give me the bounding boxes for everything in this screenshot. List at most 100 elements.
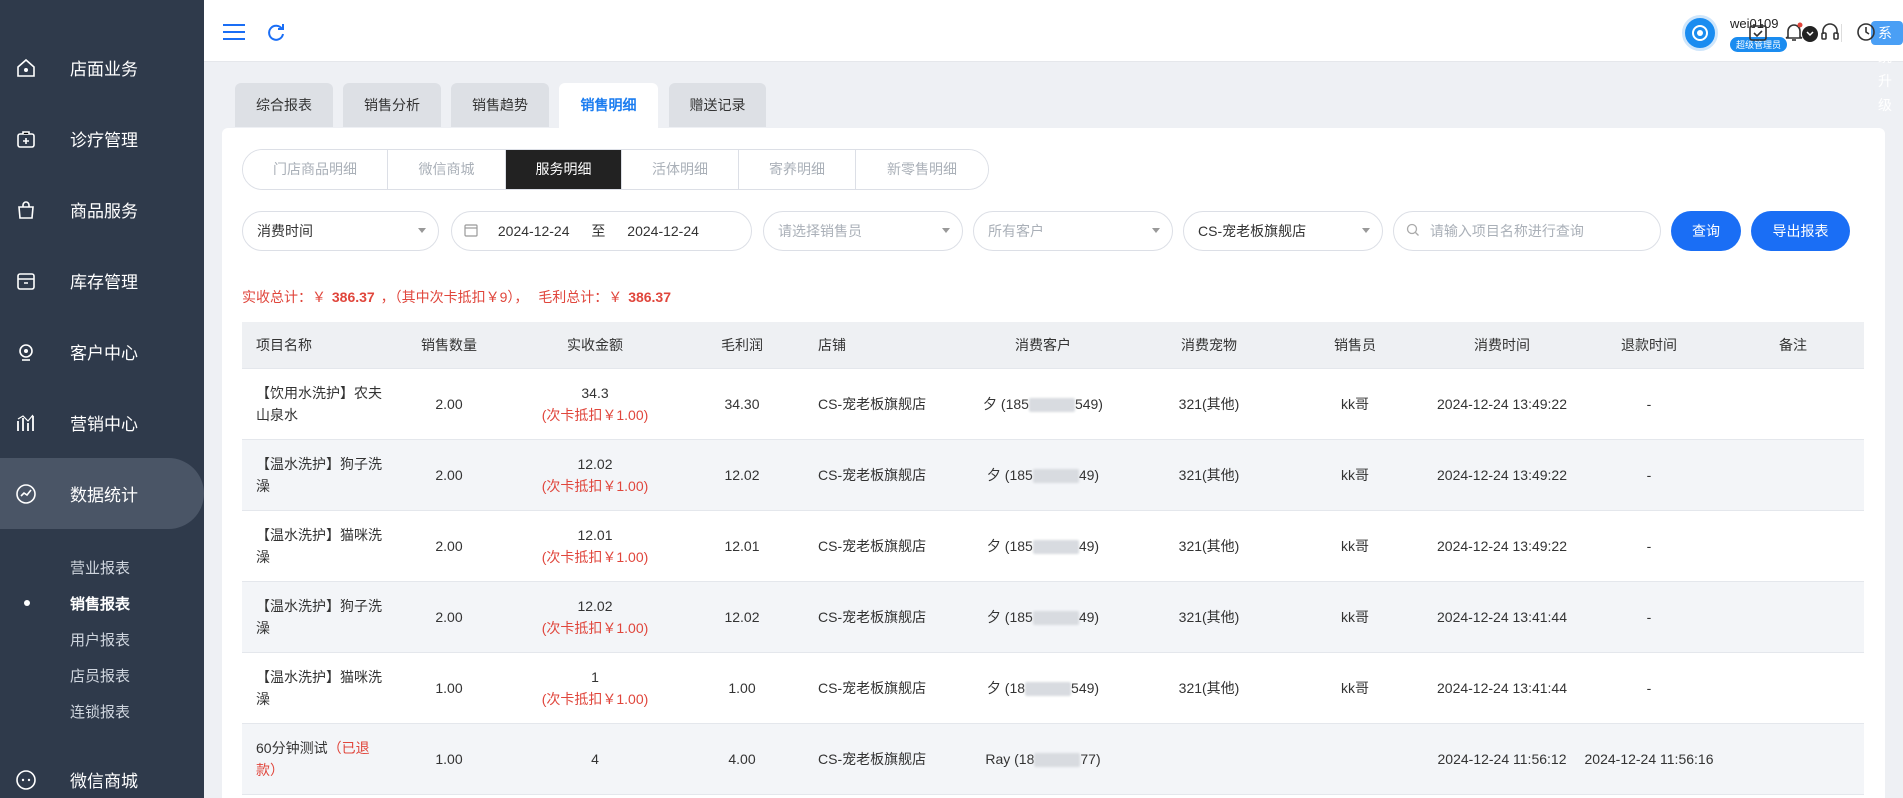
profit-cell: 12.02	[724, 467, 760, 483]
customer-name-prefix: Ray (18	[985, 751, 1035, 767]
bell-icon[interactable]	[1782, 20, 1806, 44]
refresh-icon[interactable]	[264, 20, 288, 44]
main-tab-0[interactable]: 综合报表	[235, 83, 333, 127]
sidebar-item-5[interactable]: 营销中心	[0, 387, 204, 458]
amount-cell: 34.3 (次卡抵扣￥1.00)	[510, 369, 680, 439]
query-button[interactable]: 查询	[1671, 211, 1741, 251]
item-name-text: 【温水洗护】猫咪洗澡	[256, 527, 382, 565]
store-cell: CS-宠老板旗舰店	[818, 680, 927, 696]
avatar[interactable]	[1682, 15, 1718, 51]
main-tab-1[interactable]: 销售分析	[343, 83, 441, 127]
sidebar-item-6[interactable]: 数据统计	[0, 458, 204, 529]
remark-cell	[1722, 724, 1864, 794]
customer: Ray (18 77)	[985, 748, 1101, 770]
store-cell: CS-宠老板旗舰店	[818, 538, 927, 554]
sidebar-top-edge	[0, 0, 204, 6]
refund-time-cell: -	[1646, 609, 1652, 625]
item-name: 【饮用水洗护】农夫山泉水	[256, 382, 384, 426]
customer-name-prefix: 夕 (185	[986, 538, 1033, 554]
sub-tab-5[interactable]: 新零售明细	[856, 150, 988, 189]
customer: 夕 (185 49)	[987, 606, 1099, 628]
qty-cell: 1.00	[435, 751, 463, 767]
store-value: CS-宠老板旗舰店	[1198, 223, 1307, 239]
profit-total-label: 毛利总计：￥	[538, 289, 623, 305]
sub-tab-0[interactable]: 门店商品明细	[243, 150, 388, 189]
item-search-input[interactable]: 请输入项目名称进行查询	[1393, 211, 1661, 251]
table-row[interactable]: 【温水洗护】狗子洗澡 2.00 12.02 (次卡抵扣￥1.00) 12.02 CS-宠老…	[242, 440, 1864, 511]
customer-value: 所有客户	[988, 223, 1044, 239]
table-row[interactable]: 【温水洗护】猫咪洗澡 2.00 12.01 (次卡抵扣￥1.00) 12.01 CS-宠老…	[242, 511, 1864, 582]
calendar-icon	[464, 213, 478, 251]
sidebar-item-2[interactable]: 商品服务	[0, 174, 204, 245]
refund-time-cell: -	[1646, 467, 1652, 483]
item-name: 【温水洗护】狗子洗澡	[256, 453, 384, 497]
profit-cell: 1.00	[728, 680, 756, 696]
sub-tab-2[interactable]: 服务明细	[506, 150, 622, 189]
refund-time-cell: 2024-12-24 11:56:16	[1584, 751, 1714, 767]
sidebar-item-4[interactable]: 客户中心	[0, 316, 204, 387]
search-icon	[1406, 213, 1420, 251]
table-row[interactable]: 【温水洗护】猫咪洗澡 1.00 1 (次卡抵扣￥1.00) 1.00 CS-宠老板旗舰店 夕…	[242, 653, 1864, 724]
salesperson-select[interactable]: 请选择销售员	[763, 211, 963, 251]
table-row[interactable]: 60分钟测试（已退款） 1.00 4 4.00 CS-宠老板旗舰店 Ray (18 77) 2…	[242, 724, 1864, 795]
qty-cell: 2.00	[435, 609, 463, 625]
sidebar-item-1[interactable]: 诊疗管理	[0, 103, 204, 174]
top-header: wei0109 超级管理员 系统升级	[204, 0, 1903, 113]
table-row[interactable]: 【温水洗护】狗子洗澡 2.00 12.02 (次卡抵扣￥1.00) 12.02 CS-宠老…	[242, 582, 1864, 653]
qty-cell: 2.00	[435, 467, 463, 483]
sidebar-subitem-4[interactable]: 连锁报表	[70, 701, 130, 722]
sidebar-subitem-2[interactable]: 用户报表	[70, 629, 130, 650]
paid-total-value: 386.37	[331, 289, 375, 305]
card-deduct: (次卡抵扣￥1.00)	[541, 620, 649, 636]
sidebar-subitem-3[interactable]: 店员报表	[70, 665, 130, 686]
store-cell: CS-宠老板旗舰店	[818, 609, 927, 625]
trend-icon	[14, 482, 38, 506]
masked-phone	[1032, 469, 1079, 484]
menu-toggle-icon[interactable]	[222, 20, 246, 44]
main-tab-4[interactable]: 赠送记录	[669, 83, 766, 127]
amount-value: 12.02	[577, 598, 613, 614]
sidebar-subitem-0[interactable]: 营业报表	[70, 557, 130, 578]
column-header: 项目名称	[256, 337, 312, 353]
masked-phone	[1032, 611, 1079, 626]
sub-tab-4[interactable]: 寄养明细	[739, 150, 856, 189]
date-range-picker[interactable]: 2024-12-24 至 2024-12-24	[451, 211, 752, 251]
amount-value: 12.02	[577, 456, 613, 472]
amount-cell: 12.02 (次卡抵扣￥1.00)	[510, 582, 680, 652]
sidebar-subitem-1[interactable]: 销售报表	[70, 593, 130, 614]
qty-cell: 2.00	[435, 538, 463, 554]
sub-tab-1[interactable]: 微信商城	[388, 150, 506, 189]
clock-icon[interactable]	[1854, 20, 1878, 44]
sidebar-item-0[interactable]: 店面业务	[0, 32, 204, 103]
time-cell: 2024-12-24 13:49:22	[1437, 538, 1567, 554]
date-to[interactable]: 2024-12-24	[627, 223, 699, 239]
amount-cell: 12.01 (次卡抵扣￥1.00)	[510, 511, 680, 581]
calendar-check-icon[interactable]	[1746, 20, 1770, 44]
customer-name-prefix: 夕 (185	[986, 609, 1033, 625]
column-header: 消费客户	[1015, 337, 1071, 353]
main-tab-2[interactable]: 销售趋势	[451, 83, 549, 127]
sidebar-item-label: 商品服务	[70, 202, 138, 221]
sidebar-item-7[interactable]: 微信商城	[0, 744, 204, 798]
time-type-select[interactable]: 消费时间	[242, 211, 439, 251]
customer: 夕 (185 49)	[987, 535, 1099, 557]
export-report-button[interactable]: 导出报表	[1751, 211, 1850, 251]
amount-value: 12.01	[577, 527, 613, 543]
main-tab-3[interactable]: 销售明细	[559, 83, 658, 131]
detail-type-tabs: 门店商品明细 微信商城 服务明细 活体明细 寄养明细 新零售明细	[242, 149, 989, 190]
salesperson-placeholder: 请选择销售员	[778, 223, 862, 239]
table-row[interactable]: 【饮用水洗护】农夫山泉水 2.00 34.3 (次卡抵扣￥1.00) 34.30 CS-宠…	[242, 369, 1864, 440]
time-cell: 2024-12-24 13:49:22	[1437, 396, 1567, 412]
customer-select[interactable]: 所有客户	[973, 211, 1173, 251]
support-headset-icon[interactable]	[1818, 20, 1842, 44]
time-cell: 2024-12-24 13:49:22	[1437, 467, 1567, 483]
date-separator: 至	[591, 223, 606, 239]
qty-cell: 2.00	[435, 396, 463, 412]
pet-cell: 321(其他)	[1178, 467, 1240, 483]
sidebar-item-3[interactable]: 库存管理	[0, 245, 204, 316]
date-from[interactable]: 2024-12-24	[498, 223, 570, 239]
sub-tab-3[interactable]: 活体明细	[622, 150, 739, 189]
item-name: 60分钟测试（已退款）	[256, 737, 384, 781]
store-select[interactable]: CS-宠老板旗舰店	[1183, 211, 1383, 251]
profit-total-value: 386.37	[628, 289, 672, 305]
